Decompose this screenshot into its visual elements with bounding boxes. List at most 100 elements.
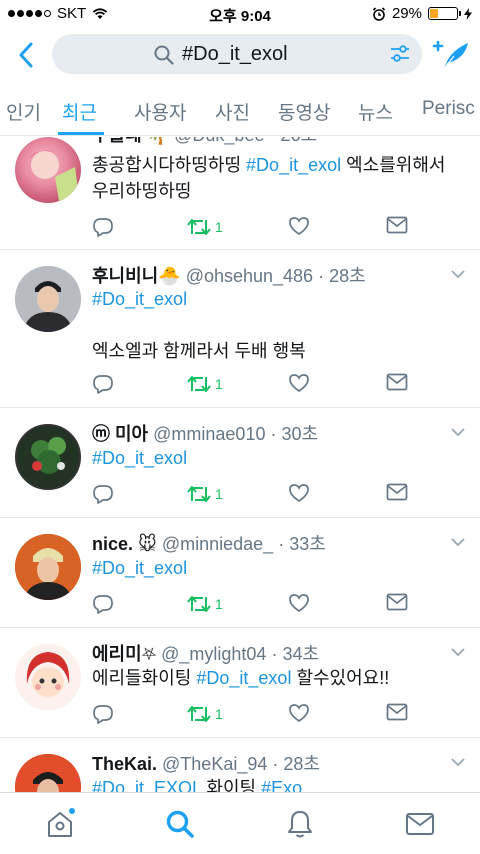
hashtag-link[interactable]: #Do_it_exol [92,289,187,309]
user-handle[interactable]: @minniedae_ [162,534,273,554]
tab-photos[interactable]: 사진 [215,98,250,125]
direct-message-button[interactable] [386,483,408,501]
nav-search[interactable] [162,807,198,841]
nav-notifications[interactable] [282,807,318,841]
chevron-down-icon[interactable] [448,642,468,662]
tab-videos[interactable]: 동영상 [278,98,330,125]
avatar[interactable] [15,266,81,332]
chevron-down-icon[interactable] [448,422,468,442]
hashtag-link[interactable]: #Do_it_EXOL [92,778,201,792]
chevron-down-icon[interactable] [448,752,468,772]
direct-message-button[interactable] [386,593,408,611]
search-header: #Do_it_exol [0,28,480,84]
direct-message-button[interactable] [386,373,408,391]
avatar[interactable] [15,137,81,203]
tweet-item[interactable]: ⓜ 미아 @mminae010 · 30초 #Do_it_exol 1 [0,408,480,518]
reply-button[interactable] [92,483,114,505]
retweet-icon [187,219,211,235]
heart-icon [289,704,309,723]
tweet-text: #Do_it_EXOL 화이팅 #Exo [92,775,462,792]
chevron-down-icon[interactable] [448,532,468,552]
tweet-time: · 28초 [318,266,366,286]
nav-messages[interactable] [402,807,438,841]
tweet-item[interactable]: 주들레 🌴 @Duk_bee · 26초 총공합시다하띵하띵 #Do_it_ex… [0,137,480,250]
user-handle[interactable]: @TheKai_94 [162,754,267,774]
reply-button[interactable] [92,373,114,395]
display-name[interactable]: nice. [92,534,133,554]
tweet-item[interactable]: 에리미⛧ @_mylight04 · 34초 에리들화이팅 #Do_it_exo… [0,628,480,738]
battery-percent: 29% [391,5,422,22]
compose-tweet-button[interactable] [430,38,470,72]
tab-latest[interactable]: 최근 [62,98,97,125]
envelope-icon [386,593,408,611]
user-handle[interactable]: @mminae010 [153,424,265,444]
like-button[interactable] [288,483,310,503]
hashtag-link[interactable]: #Do_it_exol [92,448,187,468]
tweet-text: #Do_it_exol [92,555,462,581]
tweet-item[interactable]: TheKai. @TheKai_94 · 28초 #Do_it_EXOL 화이팅… [0,738,480,792]
hashtag-link[interactable]: #Do_it_exol [246,155,341,175]
direct-message-button[interactable] [386,216,408,234]
chevron-down-icon[interactable] [448,137,468,143]
avatar[interactable] [15,644,81,710]
hashtag-link[interactable]: #Exo [261,778,302,792]
avatar[interactable] [15,534,81,600]
reply-button[interactable] [92,703,114,725]
chevron-down-icon[interactable] [448,264,468,284]
like-button[interactable] [288,216,310,236]
avatar[interactable] [15,424,81,490]
reply-icon [93,218,113,237]
active-tab-indicator [58,132,104,135]
like-button[interactable] [288,703,310,723]
retweet-button[interactable]: 1 [187,483,223,505]
retweet-icon [187,706,211,722]
tweet-item[interactable]: nice. 🐭 @minniedae_ · 33초 #Do_it_exol 1 [0,518,480,628]
tab-news[interactable]: 뉴스 [358,98,393,125]
like-button[interactable] [288,373,310,393]
display-name[interactable]: 후니비니 [92,266,158,286]
display-name[interactable]: ⓜ 미아 [92,424,148,444]
bottom-navigation [0,792,480,854]
reply-button[interactable] [92,593,114,615]
charging-icon [464,7,472,20]
avatar[interactable] [15,754,81,792]
retweet-button[interactable]: 1 [187,216,223,238]
retweet-button[interactable]: 1 [187,703,223,725]
tweet-feed[interactable]: 주들레 🌴 @Duk_bee · 26초 총공합시다하띵하띵 #Do_it_ex… [0,137,480,792]
filter-settings-icon[interactable] [390,44,410,64]
tweet-actions: 1 [92,216,422,240]
tweet-time: · 26초 [269,137,317,145]
retweet-button[interactable]: 1 [187,373,223,395]
tab-periscope[interactable]: Perisc [422,98,475,120]
display-name[interactable]: TheKai. [92,754,157,774]
hashtag-link[interactable]: #Do_it_exol [92,558,187,578]
user-handle[interactable]: @ohsehun_486 [186,266,313,286]
user-handle[interactable]: @Duk_bee [174,137,264,145]
bell-icon [288,811,312,838]
display-name[interactable]: 주들레 [92,137,142,145]
user-handle[interactable]: @_mylight04 [161,644,266,664]
display-name[interactable]: 에리미 [92,644,142,664]
direct-message-button[interactable] [386,703,408,721]
tweet-header: TheKai. @TheKai_94 · 28초 [92,750,320,776]
search-input[interactable]: #Do_it_exol [52,34,422,74]
nav-home[interactable] [42,807,78,841]
envelope-icon [406,813,434,835]
tweet-time: · 33초 [278,534,326,554]
back-button[interactable] [12,39,40,71]
like-button[interactable] [288,593,310,613]
tweet-actions: 1 [92,593,422,617]
retweet-icon [187,486,211,502]
tweet-text: #Do_it_exol [92,445,462,471]
compose-feather-icon [432,40,468,70]
tweet-item[interactable]: 후니비니🐣 @ohsehun_486 · 28초 #Do_it_exol 엑소엘… [0,250,480,408]
reply-icon [93,705,113,724]
tweet-header: nice. 🐭 @minniedae_ · 33초 [92,530,326,556]
tab-people[interactable]: 사용자 [134,98,186,125]
tab-top[interactable]: 인기 [6,98,41,125]
retweet-count: 1 [215,596,223,612]
reply-button[interactable] [92,216,114,238]
retweet-button[interactable]: 1 [187,593,223,615]
chevron-left-icon [19,42,33,68]
hashtag-link[interactable]: #Do_it_exol [196,668,291,688]
